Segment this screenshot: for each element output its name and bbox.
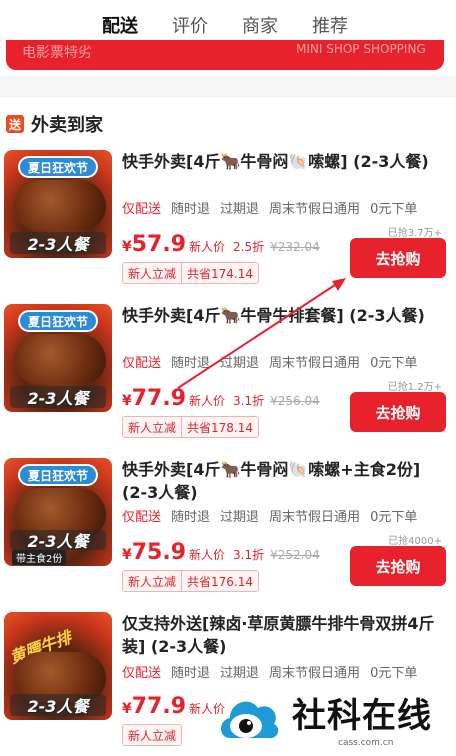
price: 77.9 bbox=[131, 386, 187, 411]
section-title: 外卖到家 bbox=[31, 115, 103, 136]
watermark-text: 社科在线 bbox=[292, 696, 432, 736]
discount: 3.1折 bbox=[233, 394, 265, 408]
product-ribbon: 夏日狂欢节 bbox=[18, 156, 98, 178]
tag: 仅配送 bbox=[122, 356, 162, 371]
tag: 过期退 bbox=[220, 356, 260, 371]
discount: 2.5折 bbox=[233, 240, 265, 254]
savings-label: 共省178.14 bbox=[181, 417, 259, 437]
tag: 随时退 bbox=[171, 510, 211, 525]
portion-label: 2-3人餐 bbox=[10, 386, 106, 408]
currency-symbol: ¥ bbox=[122, 701, 132, 717]
service-tags: 仅配送 随时退 过期退 周末节假日通用 0元下单 bbox=[122, 662, 417, 681]
tag: 仅配送 bbox=[122, 510, 162, 525]
product-title[interactable]: 快手外卖[4斤🐂牛骨牛排套餐] (2-3人餐) bbox=[122, 304, 442, 327]
product-card[interactable]: 夏日狂欢节 2-3人餐 快手外卖[4斤🐂牛骨闷🐚嗦螺] (2-3人餐) 仅配送 … bbox=[0, 150, 456, 302]
product-image[interactable]: 夏日狂欢节 2-3人餐 bbox=[4, 150, 112, 258]
tag: 0元下单 bbox=[370, 356, 418, 371]
promo-label: 新人立减 bbox=[123, 725, 182, 745]
product-image[interactable]: 黄膘牛排 2-3人餐 bbox=[4, 612, 112, 720]
tag: 随时退 bbox=[171, 666, 211, 681]
tab-reviews[interactable]: 评价 bbox=[172, 12, 208, 38]
tag: 周末节假日通用 bbox=[269, 666, 361, 681]
buy-button[interactable]: 去抢购 bbox=[350, 238, 446, 278]
product-image[interactable]: 夏日狂欢节 2-3人餐 带主食2份 bbox=[4, 458, 112, 566]
service-tags: 仅配送 随时退 过期退 周末节假日通用 0元下单 bbox=[122, 198, 417, 217]
watermark-url: cass.com.cn bbox=[338, 738, 394, 748]
promo-tag: 新人立减 共省176.14 bbox=[122, 570, 260, 592]
tag: 过期退 bbox=[220, 202, 260, 217]
food-bowl-image bbox=[14, 334, 106, 384]
sold-count: 已抢1.2万+ bbox=[387, 382, 442, 393]
currency-symbol: ¥ bbox=[122, 547, 132, 563]
promo-tag: 新人立减 共省174.14 bbox=[122, 262, 260, 284]
product-title[interactable]: 仅支持外送[辣卤·草原黄膘牛排牛骨双拼4斤装] (2-3人餐) bbox=[122, 612, 442, 658]
product-card[interactable]: 夏日狂欢节 2-3人餐 带主食2份 快手外卖[4斤🐂牛骨闷🐚嗦螺+主食2份] (… bbox=[0, 458, 456, 610]
tab-merchant[interactable]: 商家 bbox=[242, 12, 278, 38]
tag: 过期退 bbox=[220, 666, 260, 681]
tab-delivery[interactable]: 配送 bbox=[102, 12, 138, 38]
new-user-price-label: 新人价 bbox=[189, 394, 226, 408]
buy-button[interactable]: 去抢购 bbox=[350, 546, 446, 586]
food-bowl-image bbox=[14, 180, 106, 230]
savings-label: 共省174.14 bbox=[181, 263, 259, 283]
portion-label: 2-3人餐 bbox=[10, 232, 106, 254]
portion-label: 2-3人餐 bbox=[10, 530, 106, 551]
promo-tag: 新人立减 共省178.14 bbox=[122, 416, 260, 438]
price: 77.9 bbox=[131, 694, 187, 719]
top-tab-bar: 配送 评价 商家 推荐 bbox=[0, 0, 456, 44]
delivery-badge-icon: 送 bbox=[6, 115, 24, 133]
currency-symbol: ¥ bbox=[122, 239, 132, 255]
price-row: ¥ 77.9 新人价 3.1折 ¥256.04 bbox=[122, 386, 320, 411]
extra-label: 带主食2份 bbox=[12, 550, 67, 565]
sold-count: 已抢3.7万+ bbox=[387, 228, 442, 239]
banner-right-text: MINI SHOP SHOPPING bbox=[296, 42, 426, 56]
buy-button[interactable]: 去抢购 bbox=[350, 392, 446, 432]
tag: 过期退 bbox=[220, 510, 260, 525]
price-row: ¥ 75.9 新人价 3.1折 ¥252.04 bbox=[122, 540, 320, 565]
price-row: ¥ 57.9 新人价 2.5折 ¥232.04 bbox=[122, 232, 320, 257]
tag: 随时退 bbox=[171, 356, 211, 371]
original-price: ¥232.04 bbox=[270, 240, 320, 254]
promo-tag: 新人立减 bbox=[122, 724, 183, 746]
tag: 仅配送 bbox=[122, 666, 162, 681]
new-user-price-label: 新人价 bbox=[189, 548, 226, 562]
service-tags: 仅配送 随时退 过期退 周末节假日通用 0元下单 bbox=[122, 352, 417, 371]
tag: 0元下单 bbox=[370, 510, 418, 525]
new-user-price-label: 新人价 bbox=[189, 240, 226, 254]
product-ribbon: 夏日狂欢节 bbox=[18, 464, 98, 486]
product-card[interactable]: 夏日狂欢节 2-3人餐 快手外卖[4斤🐂牛骨牛排套餐] (2-3人餐) 仅配送 … bbox=[0, 304, 456, 456]
currency-symbol: ¥ bbox=[122, 393, 132, 409]
tag: 0元下单 bbox=[370, 202, 418, 217]
promo-banner[interactable]: 电影票特劣 MINI SHOP SHOPPING bbox=[6, 40, 444, 70]
product-title[interactable]: 快手外卖[4斤🐂牛骨闷🐚嗦螺] (2-3人餐) bbox=[122, 150, 442, 173]
promo-label: 新人立减 bbox=[123, 571, 182, 591]
original-price: ¥256.04 bbox=[270, 394, 320, 408]
sold-count: 已抢4000+ bbox=[388, 536, 442, 547]
cloud-eye-logo-icon bbox=[221, 701, 279, 739]
tag: 0元下单 bbox=[370, 666, 418, 681]
original-price: ¥252.04 bbox=[270, 548, 320, 562]
product-title[interactable]: 快手外卖[4斤🐂牛骨闷🐚嗦螺+主食2份] (2-3人餐) bbox=[122, 458, 442, 504]
price: 75.9 bbox=[131, 540, 187, 565]
section-header: 送 外卖到家 bbox=[6, 112, 103, 136]
tag: 周末节假日通用 bbox=[269, 510, 361, 525]
section-divider bbox=[0, 76, 456, 98]
tab-recommend[interactable]: 推荐 bbox=[312, 12, 348, 38]
promo-label: 新人立减 bbox=[123, 417, 182, 437]
promo-label: 新人立减 bbox=[123, 263, 182, 283]
banner-left-text: 电影票特劣 bbox=[22, 45, 92, 61]
price: 57.9 bbox=[131, 232, 187, 257]
savings-label: 共省176.14 bbox=[181, 571, 259, 591]
watermark: 社科在线 cass.com.cn bbox=[210, 682, 456, 756]
tag: 周末节假日通用 bbox=[269, 356, 361, 371]
tag: 随时退 bbox=[171, 202, 211, 217]
tag: 仅配送 bbox=[122, 202, 162, 217]
tag: 周末节假日通用 bbox=[269, 202, 361, 217]
product-ribbon: 夏日狂欢节 bbox=[18, 310, 98, 332]
product-image[interactable]: 夏日狂欢节 2-3人餐 bbox=[4, 304, 112, 412]
discount: 3.1折 bbox=[233, 548, 265, 562]
service-tags: 仅配送 随时退 过期退 周末节假日通用 0元下单 bbox=[122, 506, 417, 525]
portion-label: 2-3人餐 bbox=[10, 694, 106, 716]
